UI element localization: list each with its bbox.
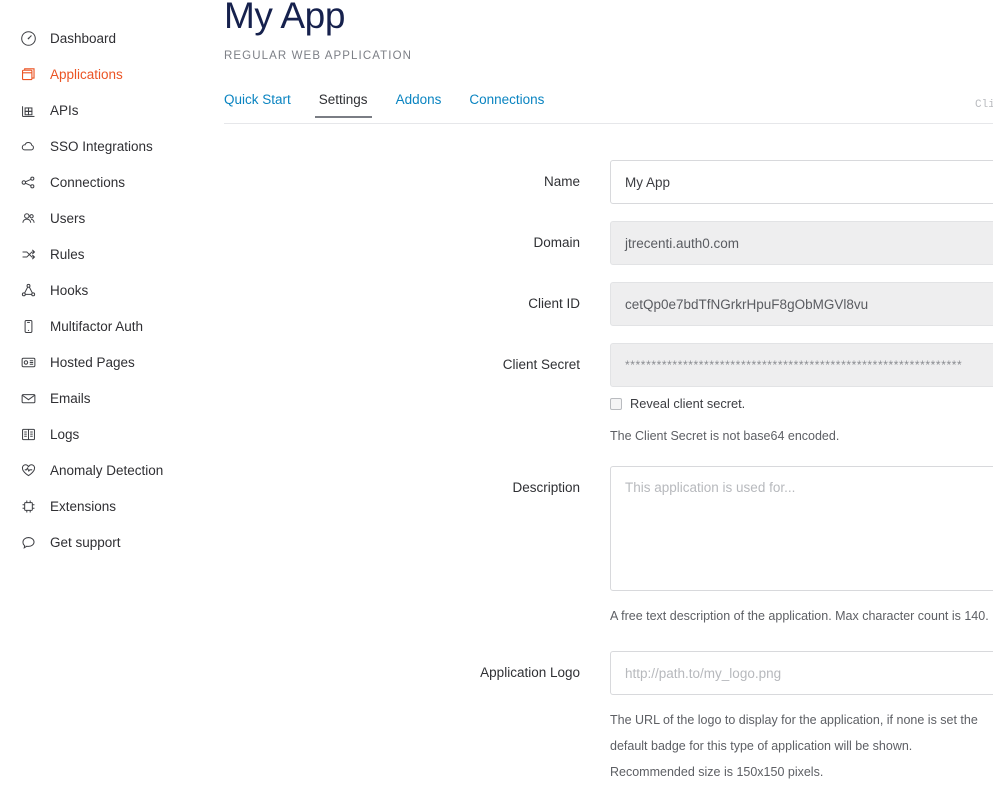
app-page: Dashboard Applications APIs [0,0,993,801]
sidebar-item-label: Dashboard [50,31,116,46]
reveal-client-secret-row[interactable]: Reveal client secret. [610,396,993,411]
domain-label: Domain [210,221,610,265]
sidebar-item-get-support[interactable]: Get support [0,524,210,560]
application-logo-hint: The URL of the logo to display for the a… [610,707,993,785]
sidebar-item-users[interactable]: Users [0,200,210,236]
form-row-description: Description This application is used for… [210,466,993,629]
sidebar-item-emails[interactable]: Emails [0,380,210,416]
sidebar-item-label: Logs [50,427,79,442]
sidebar-item-anomaly-detection[interactable]: Anomaly Detection [0,452,210,488]
sidebar-item-label: Anomaly Detection [50,463,163,478]
sidebar-item-dashboard[interactable]: Dashboard [0,20,210,56]
main-content: My App REGULAR WEB APPLICATION Quick Sta… [210,0,993,801]
envelope-icon [18,388,39,409]
settings-form: Name My App [210,160,993,801]
sidebar-item-hooks[interactable]: Hooks [0,272,210,308]
sidebar-item-label: Hosted Pages [50,355,135,370]
form-row-client-secret: Client Secret **************************… [210,343,993,449]
client-secret-hint: The Client Secret is not base64 encoded. [610,423,993,449]
form-row-name: Name My App [210,160,993,204]
reveal-client-secret-checkbox[interactable] [610,398,622,410]
sidebar-item-label: Multifactor Auth [50,319,143,334]
sidebar-item-connections[interactable]: Connections [0,164,210,200]
hosted-pages-icon [18,352,39,373]
tab-divider [224,123,993,124]
sidebar-item-label: Rules [50,247,85,262]
client-id-label: Client ID [210,282,610,326]
sidebar-item-sso-integrations[interactable]: SSO Integrations [0,128,210,164]
description-label: Description [210,466,610,510]
chip-icon [18,496,39,517]
sidebar-item-label: Emails [50,391,91,406]
sidebar-item-label: Connections [50,175,125,190]
sidebar-item-label: APIs [50,103,79,118]
heart-pulse-icon [18,460,39,481]
description-hint: A free text description of the applicati… [610,603,993,629]
sidebar-item-label: Users [50,211,85,226]
application-logo-label: Application Logo [210,651,610,695]
sidebar-item-label: Hooks [50,283,88,298]
sidebar-item-label: Applications [50,67,123,82]
gauge-icon [18,28,39,49]
sidebar: Dashboard Applications APIs [0,0,210,801]
sidebar-item-extensions[interactable]: Extensions [0,488,210,524]
speech-bubble-icon [18,532,39,553]
page-title: My App [214,0,345,36]
hooks-icon [18,280,39,301]
sidebar-item-logs[interactable]: Logs [0,416,210,452]
cloud-icon [18,136,39,157]
logs-icon [18,424,39,445]
tab-connections[interactable]: Connections [455,92,558,118]
sidebar-item-rules[interactable]: Rules [0,236,210,272]
tab-bar: Quick Start Settings Addons Connections [220,92,993,124]
application-logo-hint-line-1: The URL of the logo to display for the a… [610,707,993,733]
domain-input[interactable]: jtrecenti.auth0.com [610,221,993,265]
rules-icon [18,244,39,265]
application-logo-input[interactable]: http://path.to/my_logo.png [610,651,993,695]
connections-icon [18,172,39,193]
client-secret-input[interactable]: ****************************************… [610,343,993,387]
sidebar-item-label: Get support [50,535,121,550]
apis-icon [18,100,39,121]
tab-addons[interactable]: Addons [382,92,456,118]
description-textarea[interactable]: This application is used for... [610,466,993,591]
application-logo-hint-line-2: default badge for this type of applicati… [610,733,993,759]
sidebar-item-apis[interactable]: APIs [0,92,210,128]
tab-quick-start[interactable]: Quick Start [220,92,305,118]
form-row-application-logo: Application Logo http://path.to/my_logo.… [210,651,993,785]
sidebar-item-label: Extensions [50,499,116,514]
sidebar-item-multifactor-auth[interactable]: Multifactor Auth [0,308,210,344]
users-icon [18,208,39,229]
form-row-domain: Domain jtrecenti.auth0.com [210,221,993,265]
applications-icon [18,64,39,85]
client-id-note: Client ID: cetQp0e7bdTfNGrkrHpuF8gObMGVl… [975,99,993,111]
tab-settings[interactable]: Settings [305,92,382,118]
sidebar-item-label: SSO Integrations [50,139,153,154]
sidebar-item-applications[interactable]: Applications [0,56,210,92]
form-row-client-id: Client ID cetQp0e7bdTfNGrkrHpuF8gObMGVl8… [210,282,993,326]
page-subtitle: REGULAR WEB APPLICATION [214,50,412,62]
client-secret-label: Client Secret [210,343,610,387]
sidebar-item-hosted-pages[interactable]: Hosted Pages [0,344,210,380]
application-logo-hint-line-3: Recommended size is 150x150 pixels. [610,759,993,785]
name-input[interactable]: My App [610,160,993,204]
name-label: Name [210,160,610,204]
reveal-client-secret-label: Reveal client secret. [630,396,745,411]
mobile-icon [18,316,39,337]
client-id-input[interactable]: cetQp0e7bdTfNGrkrHpuF8gObMGVl8vu [610,282,993,326]
